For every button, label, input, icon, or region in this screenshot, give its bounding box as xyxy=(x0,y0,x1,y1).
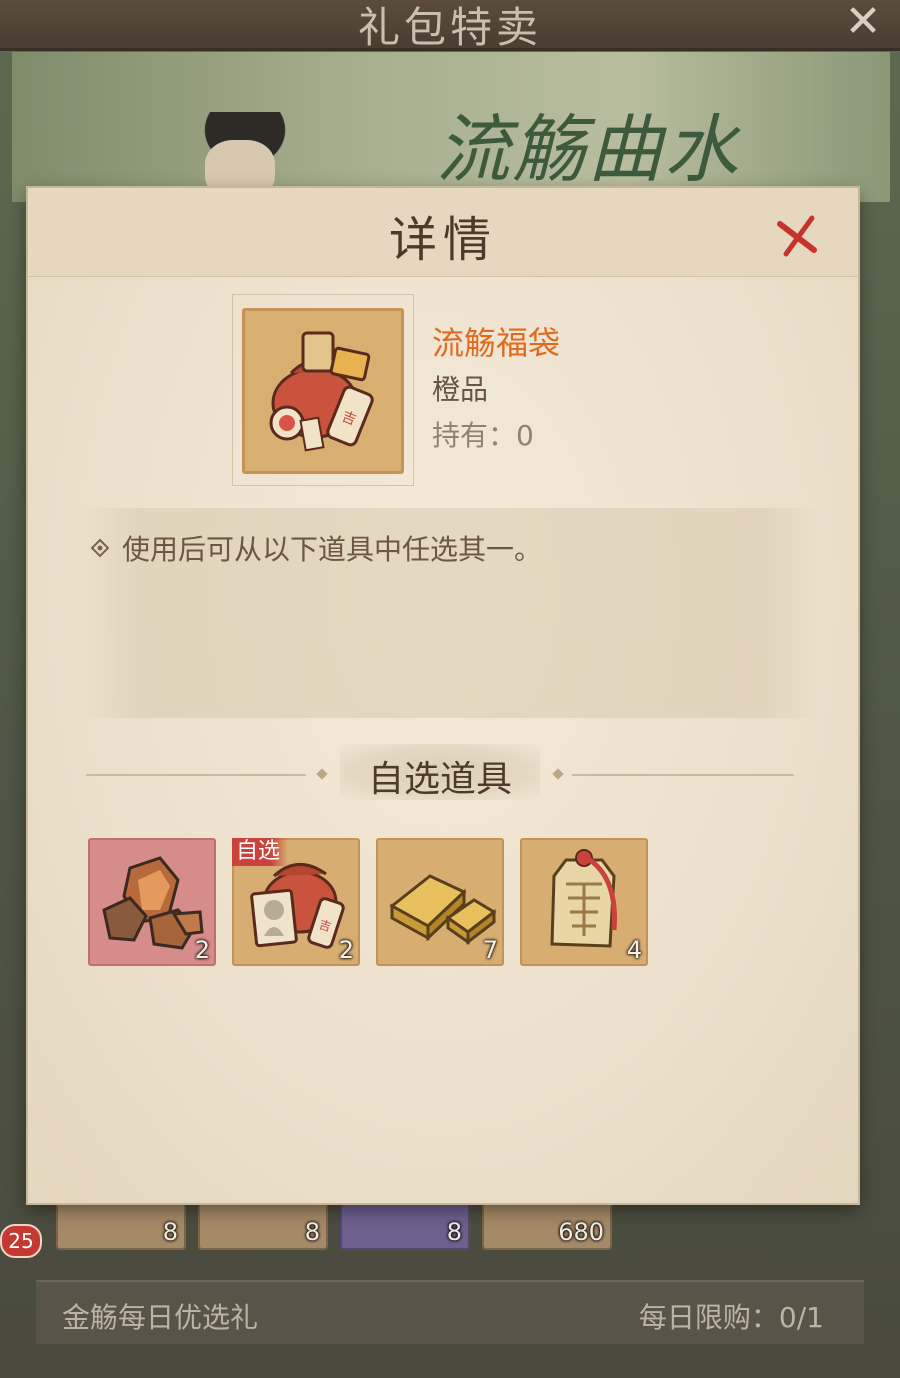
shop-header: 礼包特卖 ✕ xyxy=(0,0,900,52)
item-detail-dialog: 详情 吉 流觞福袋 橙品 持有：0 使用后可从以下道具中任选其一。 自选道具 2… xyxy=(28,188,858,1203)
choice-item-slot[interactable]: 2 xyxy=(88,838,216,966)
reward-count: 8 xyxy=(162,1218,178,1246)
section-divider-right xyxy=(572,774,794,776)
item-grade: 橙品 xyxy=(432,373,489,406)
notification-badge: 25 xyxy=(0,1224,42,1258)
section-title: 自选道具 xyxy=(367,759,512,800)
reward-slot[interactable]: 680 xyxy=(482,1200,612,1250)
item-owned-count: 持有：0 xyxy=(432,419,534,452)
reward-slot[interactable]: 8 xyxy=(198,1200,328,1250)
purchase-limit: 每日限购：0/1 xyxy=(638,1301,824,1334)
optional-tag: 自选 xyxy=(232,838,289,866)
choice-item-slot[interactable]: 7 xyxy=(376,838,504,966)
shop-title: 礼包特卖 xyxy=(357,3,542,52)
reward-slot[interactable]: 8 xyxy=(56,1200,186,1250)
close-icon[interactable] xyxy=(772,210,822,260)
diamond-bullet-icon xyxy=(90,538,110,558)
choice-count: 2 xyxy=(194,936,210,964)
reward-count: 8 xyxy=(446,1218,462,1246)
reward-count: 8 xyxy=(304,1218,320,1246)
section-divider-left xyxy=(86,774,306,776)
divider-dot xyxy=(552,768,564,780)
reward-slot[interactable]: 8 xyxy=(340,1200,470,1250)
banner-title: 流觞曲水 xyxy=(436,107,740,193)
dialog-header: 详情 xyxy=(28,188,858,277)
item-name: 流觞福袋 xyxy=(432,324,561,362)
choice-item-slot[interactable]: 4 xyxy=(520,838,648,966)
reward-count: 680 xyxy=(558,1218,604,1246)
choice-count: 2 xyxy=(338,936,354,964)
item-description: 使用后可从以下道具中任选其一。 xyxy=(122,533,543,566)
choice-count: 7 xyxy=(482,936,498,964)
description-box: 使用后可从以下道具中任选其一。 xyxy=(80,508,820,718)
lucky-bag-icon: 吉 xyxy=(242,308,404,474)
divider-dot xyxy=(316,768,328,780)
event-banner: 流觞曲水 xyxy=(12,52,890,202)
choice-item-slot[interactable]: 吉 自选 2 xyxy=(232,838,360,966)
choice-count: 4 xyxy=(626,936,642,964)
shop-close-icon[interactable]: ✕ xyxy=(840,0,886,46)
reward-strip: 8 8 8 680 xyxy=(40,1200,860,1250)
bundle-name: 金觞每日优选礼 xyxy=(62,1301,259,1334)
bundle-row[interactable]: 金觞每日优选礼 每日限购：0/1 xyxy=(36,1280,864,1344)
dialog-title: 详情 xyxy=(388,212,497,268)
